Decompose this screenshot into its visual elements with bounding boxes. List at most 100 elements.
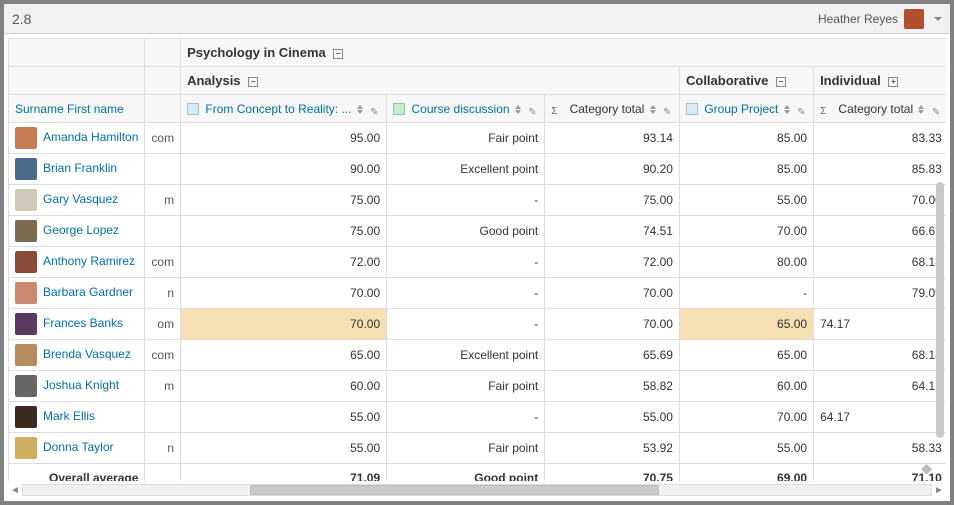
grade-value: 74.17	[820, 317, 850, 331]
item-discussion-link[interactable]: Course discussion	[412, 102, 510, 116]
sort-icon[interactable]	[918, 105, 924, 114]
grade-cell[interactable]: 85.83	[814, 154, 946, 185]
grade-cell[interactable]: 64.17	[814, 402, 946, 433]
student-name-link[interactable]: Mark Ellis	[43, 409, 95, 423]
grade-cell[interactable]: 66.67	[814, 216, 946, 247]
grade-cell[interactable]: Fair point	[387, 123, 545, 154]
grade-cell[interactable]: 85.00	[679, 154, 813, 185]
grade-cell[interactable]: 79.09	[814, 278, 946, 309]
grade-cell[interactable]: Fair point	[387, 433, 545, 464]
sort-icon[interactable]	[784, 105, 790, 114]
student-row: Mark Ellis55.00-55.0070.0064.17ExcludedA…	[9, 402, 947, 433]
collapse-icon[interactable]: −	[776, 77, 786, 87]
grade-cell[interactable]: 75.00	[181, 185, 387, 216]
grade-cell[interactable]: 95.00	[181, 123, 387, 154]
grade-cell[interactable]: 75.00	[181, 216, 387, 247]
sigma-icon	[551, 103, 563, 115]
grade-cell[interactable]: -	[387, 309, 545, 340]
student-name-link[interactable]: Anthony Ramirez	[43, 254, 135, 268]
user-menu[interactable]: Heather Reyes	[818, 9, 942, 29]
grade-cell[interactable]: 70.00	[679, 402, 813, 433]
expand-icon[interactable]: +	[888, 77, 898, 87]
student-name-link[interactable]: Barbara Gardner	[43, 285, 133, 299]
grade-cell[interactable]: 60.00	[679, 371, 813, 402]
student-name-link[interactable]: George Lopez	[43, 223, 119, 237]
grade-cell[interactable]: 65.00	[181, 340, 387, 371]
sort-surname-link[interactable]: Surname	[15, 102, 64, 116]
grade-cell[interactable]: Fair point	[387, 371, 545, 402]
grade-cell[interactable]: 74.17	[814, 309, 946, 340]
grade-cell[interactable]: 70.00	[679, 216, 813, 247]
overall-average-row: Overall average 71.09 Good point 70.75 6…	[9, 464, 947, 482]
student-name-link[interactable]: Gary Vasquez	[43, 192, 118, 206]
scroll-right-icon[interactable]: ►	[932, 483, 946, 497]
sort-icon[interactable]	[357, 105, 363, 114]
grade-cell[interactable]: 55.00	[545, 402, 680, 433]
grade-cell[interactable]: 72.00	[181, 247, 387, 278]
sort-firstname-link[interactable]: First name	[67, 102, 124, 116]
student-name-link[interactable]: Brenda Vasquez	[43, 347, 131, 361]
grade-cell[interactable]: Excellent point	[387, 154, 545, 185]
overall-discussion: Good point	[474, 471, 538, 482]
gradebook-grid[interactable]: Psychology in Cinema − Analysis − Collab…	[8, 38, 946, 481]
edit-icon[interactable]	[528, 104, 538, 114]
grade-cell[interactable]: 58.82	[545, 371, 680, 402]
grade-cell[interactable]: 68.18	[814, 340, 946, 371]
grade-cell[interactable]: -	[679, 278, 813, 309]
grade-cell[interactable]: 90.20	[545, 154, 680, 185]
grade-cell[interactable]: 85.00	[679, 123, 813, 154]
grade-cell[interactable]: 75.00	[545, 185, 680, 216]
grade-cell[interactable]: 53.92	[545, 433, 680, 464]
grade-cell[interactable]: 60.00	[181, 371, 387, 402]
grade-cell[interactable]: 90.00	[181, 154, 387, 185]
grade-cell[interactable]: Good point	[387, 216, 545, 247]
student-row: George Lopez 75.00Good point74.5170.0066.…	[9, 216, 947, 247]
grade-cell[interactable]: 80.00	[679, 247, 813, 278]
item-group-project-link[interactable]: Group Project	[704, 102, 778, 116]
edit-icon[interactable]	[797, 104, 807, 114]
grade-cell[interactable]: 83.33	[814, 123, 946, 154]
grade-cell[interactable]: 70.00	[814, 185, 946, 216]
grade-cell[interactable]: 70.00	[545, 309, 680, 340]
grade-cell[interactable]: 58.33	[814, 433, 946, 464]
grade-cell[interactable]: 70.00	[545, 278, 680, 309]
grade-cell[interactable]: 55.00	[679, 185, 813, 216]
collapse-icon[interactable]: −	[248, 77, 258, 87]
grade-cell[interactable]: 55.00	[679, 433, 813, 464]
student-name-link[interactable]: Donna Taylor	[43, 440, 114, 454]
grade-cell[interactable]: 55.00	[181, 433, 387, 464]
category-analysis: Analysis	[187, 73, 240, 88]
grade-cell[interactable]: 72.00	[545, 247, 680, 278]
grade-cell[interactable]: 55.00	[181, 402, 387, 433]
grade-cell[interactable]: 93.14	[545, 123, 680, 154]
grade-cell[interactable]: -	[387, 402, 545, 433]
grade-cell[interactable]: -	[387, 185, 545, 216]
item-concept-link[interactable]: From Concept to Reality: ...	[205, 102, 351, 116]
vertical-scrollbar[interactable]	[936, 84, 944, 461]
collapse-icon[interactable]: −	[333, 49, 343, 59]
grade-cell[interactable]: 65.69	[545, 340, 680, 371]
horizontal-scrollbar[interactable]: ◄ ►	[8, 483, 946, 497]
edit-icon[interactable]	[370, 104, 380, 114]
grade-cell[interactable]: 70.00	[181, 309, 387, 340]
grade-cell[interactable]: -	[387, 278, 545, 309]
student-avatar	[15, 313, 37, 335]
grade-cell[interactable]: 64.17	[814, 371, 946, 402]
grade-cell[interactable]: 65.00	[679, 309, 813, 340]
student-name-link[interactable]: Frances Banks	[43, 316, 123, 330]
student-name-link[interactable]: Brian Franklin	[43, 161, 117, 175]
grade-cell[interactable]: 70.00	[181, 278, 387, 309]
grade-cell[interactable]: -	[387, 247, 545, 278]
grade-cell[interactable]: 65.00	[679, 340, 813, 371]
student-row: Gary Vasquezm75.00-75.0055.0070.00Absent	[9, 185, 947, 216]
sort-icon[interactable]	[515, 105, 521, 114]
course-header-row: Psychology in Cinema −	[9, 39, 947, 67]
scroll-left-icon[interactable]: ◄	[8, 483, 22, 497]
student-name-link[interactable]: Joshua Knight	[43, 378, 119, 392]
grade-cell[interactable]: 68.18	[814, 247, 946, 278]
grade-cell[interactable]: 74.51	[545, 216, 680, 247]
grade-cell[interactable]: Excellent point	[387, 340, 545, 371]
student-name-link[interactable]: Amanda Hamilton	[43, 130, 138, 144]
edit-icon[interactable]	[663, 104, 673, 114]
sort-icon[interactable]	[650, 105, 656, 114]
